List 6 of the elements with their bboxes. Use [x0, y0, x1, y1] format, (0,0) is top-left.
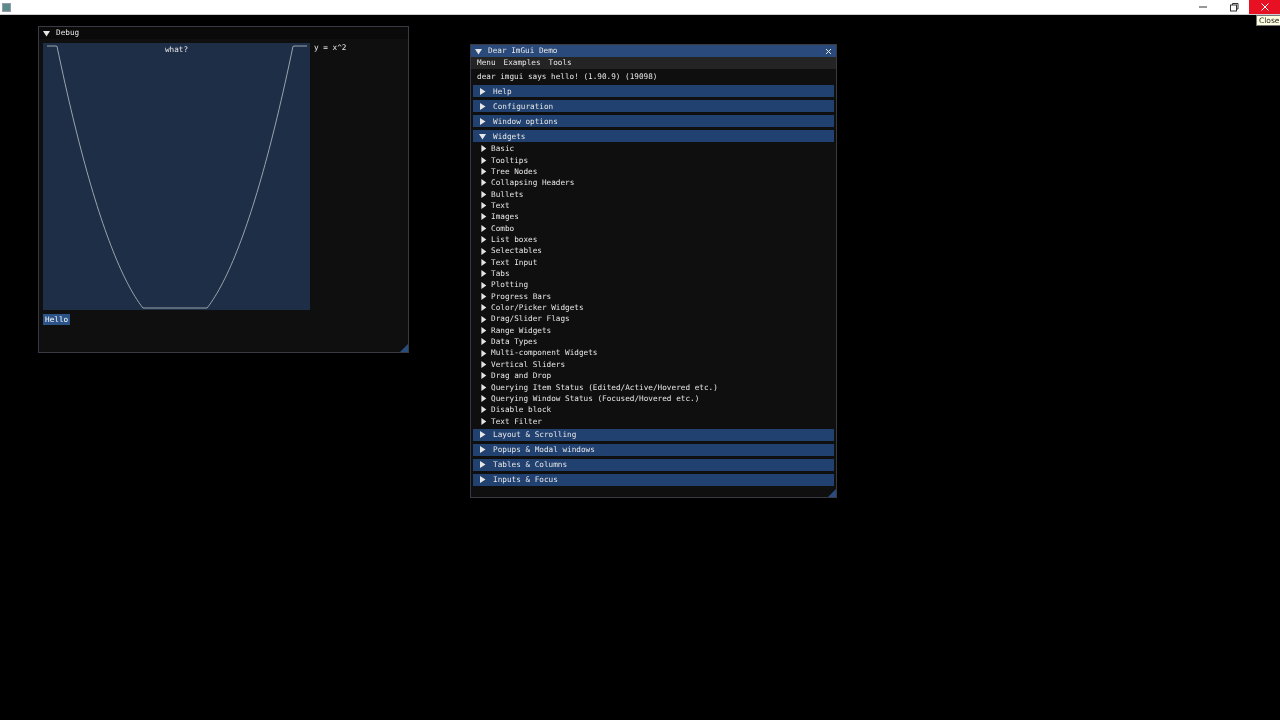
app-icon [2, 3, 11, 12]
resize-grip-icon[interactable] [400, 344, 408, 352]
close-icon[interactable] [825, 47, 832, 55]
close-button[interactable] [1249, 0, 1280, 14]
resize-grip-icon[interactable] [828, 489, 836, 497]
restore-icon[interactable] [1228, 2, 1239, 12]
